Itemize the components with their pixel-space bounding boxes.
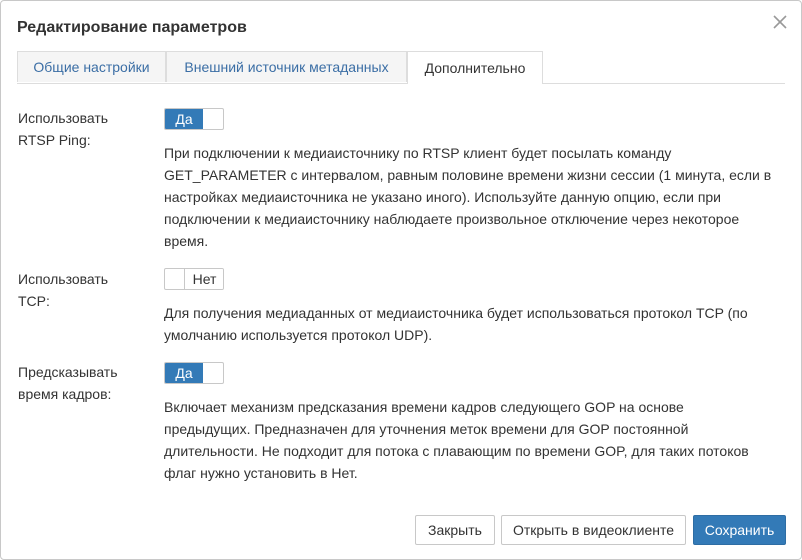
tcp-toggle[interactable]: Нет <box>164 268 224 290</box>
label-line: TCP: <box>18 293 50 309</box>
label-line: Использовать <box>18 271 109 287</box>
setting-label-tcp: Использовать TCP: <box>18 268 108 312</box>
frame-prediction-description: Включает механизм предсказания времени к… <box>164 399 749 481</box>
tab-label: Дополнительно <box>424 60 526 76</box>
tab-external-metadata-source[interactable]: Внешний источник метаданных <box>166 51 407 82</box>
edit-parameters-dialog: Редактирование параметров Общие настройк… <box>0 0 802 560</box>
rtsp-ping-description: При подключении к медиаисточнику по RTSP… <box>164 145 772 249</box>
toggle-on-value: Да <box>165 363 203 383</box>
tcp-description: Для получения медиаданных от медиаисточн… <box>164 305 748 343</box>
tab-bar: Общие настройки Внешний источник метадан… <box>17 51 785 84</box>
label-line: Использовать <box>18 110 109 126</box>
tab-label: Общие настройки <box>33 59 150 75</box>
toggle-on-value: Да <box>165 109 203 129</box>
save-button[interactable]: Сохранить <box>693 515 786 545</box>
rtsp-ping-toggle[interactable]: Да <box>164 108 224 130</box>
dialog-title: Редактирование параметров <box>17 19 247 36</box>
close-button[interactable]: Закрыть <box>415 515 495 545</box>
label-line: Предсказывать <box>18 364 118 380</box>
toggle-off-value: Нет <box>184 269 223 289</box>
frame-prediction-toggle[interactable]: Да <box>164 362 224 384</box>
tab-general-settings[interactable]: Общие настройки <box>17 51 166 82</box>
label-line: время кадров: <box>18 386 112 402</box>
tab-additional[interactable]: Дополнительно <box>407 51 543 84</box>
open-in-videoclient-button[interactable]: Открыть в видеоклиенте <box>501 515 686 545</box>
setting-label-frame-prediction: Предсказывать время кадров: <box>18 361 118 405</box>
setting-label-rtsp-ping: Использовать RTSP Ping: <box>18 107 108 151</box>
tab-label: Внешний источник метаданных <box>184 59 389 75</box>
close-icon[interactable] <box>769 11 791 33</box>
label-line: RTSP Ping: <box>18 132 91 148</box>
